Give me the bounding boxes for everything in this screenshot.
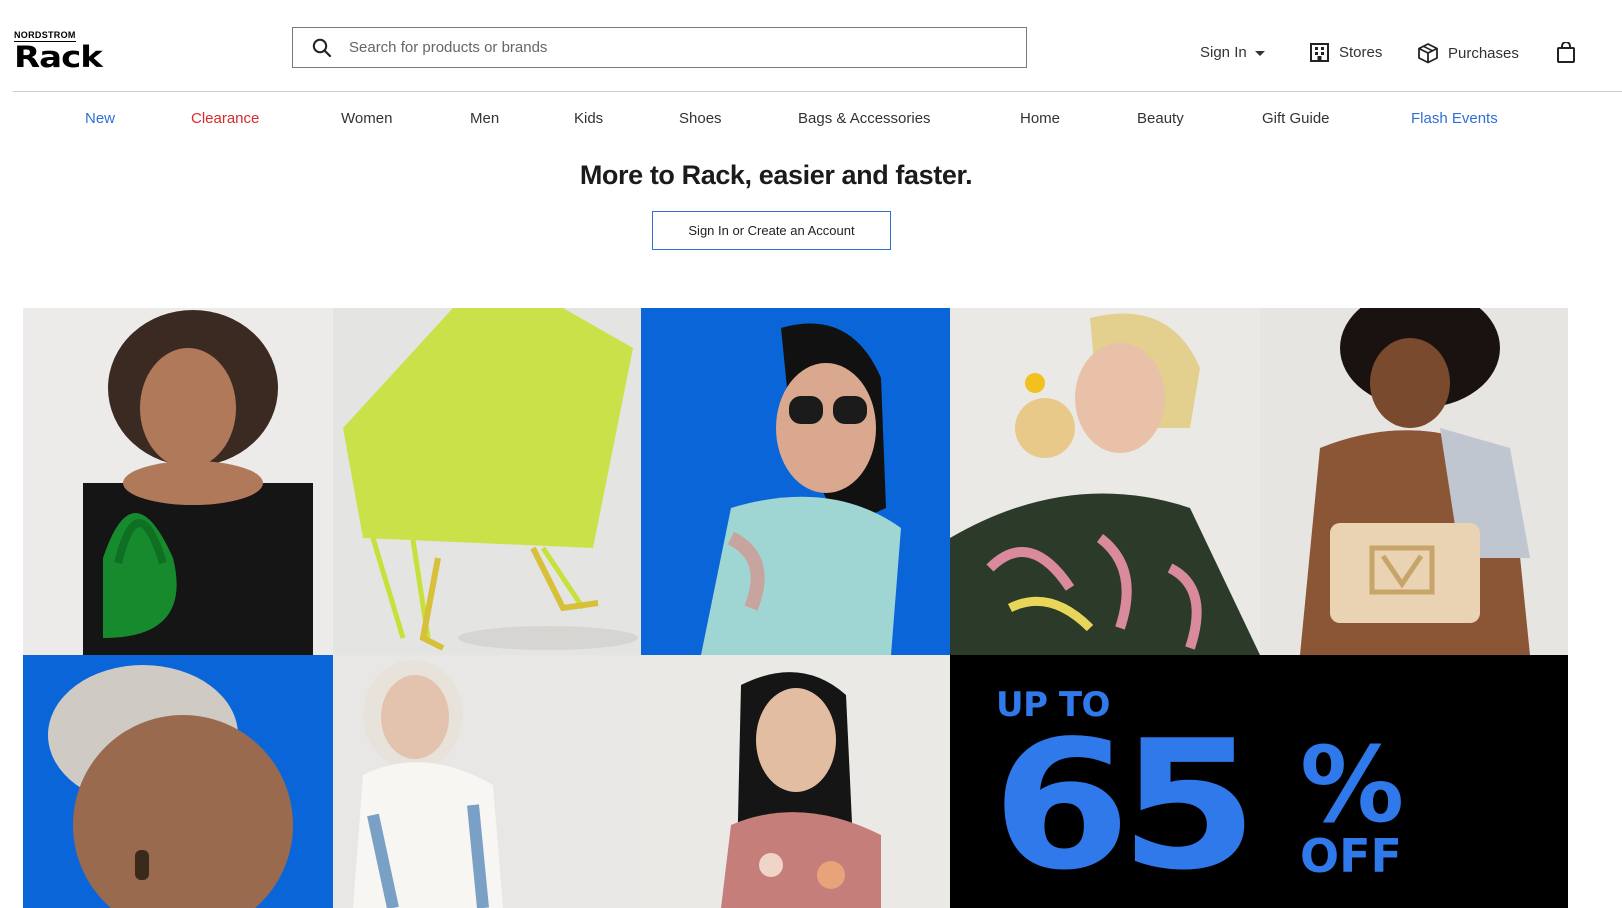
sign-in-label: Sign In (1200, 44, 1247, 61)
store-icon (1310, 43, 1329, 62)
photo-woman-grey-hair[interactable] (23, 655, 333, 908)
purchases-label: Purchases (1448, 44, 1519, 62)
sale-off-text: OFF (1300, 829, 1402, 883)
shopping-bag-link[interactable] (1556, 42, 1587, 64)
header-divider (13, 91, 1622, 92)
main-nav: New Clearance Women Men Kids Shoes Bags … (0, 110, 1622, 130)
caret-down-icon (1254, 51, 1265, 56)
nav-item-women[interactable]: Women (341, 110, 392, 127)
photo-woman-floral-shirt[interactable] (641, 655, 950, 908)
photo-woman-overalls[interactable] (333, 655, 641, 908)
sign-in-menu[interactable]: Sign In (1200, 44, 1265, 61)
photo-woman-sunglasses[interactable] (641, 308, 950, 655)
sale-percent-symbol: % (1300, 724, 1405, 846)
photo-woman-beige-bag[interactable] (1260, 308, 1568, 655)
nav-item-beauty[interactable]: Beauty (1137, 110, 1184, 127)
sign-in-create-account-button[interactable]: Sign In or Create an Account (652, 211, 891, 250)
promo-headline: More to Rack, easier and faster. (579, 160, 973, 190)
search-icon[interactable] (311, 37, 333, 59)
sale-banner[interactable]: UP TO 65 % OFF (950, 655, 1568, 908)
nav-item-new[interactable]: New (85, 110, 115, 127)
logo-main-text: Rack (14, 40, 103, 75)
nav-item-home[interactable]: Home (1020, 110, 1060, 127)
nav-item-flash-events[interactable]: Flash Events (1411, 110, 1498, 127)
nav-item-bags-accessories[interactable]: Bags & Accessories (798, 110, 931, 127)
stores-label: Stores (1339, 44, 1383, 61)
purchases-link[interactable]: Purchases (1417, 42, 1519, 64)
stores-link[interactable]: Stores (1309, 42, 1382, 63)
nordstrom-rack-logo[interactable]: NORDSTROM Rack (14, 25, 132, 72)
nav-item-men[interactable]: Men (470, 110, 499, 127)
search-input[interactable] (347, 38, 991, 57)
photo-woman-green-bag[interactable] (23, 308, 333, 655)
nav-item-shoes[interactable]: Shoes (679, 110, 722, 127)
nav-item-kids[interactable]: Kids (574, 110, 603, 127)
photo-man-perfume[interactable] (950, 308, 1260, 655)
photo-fringe-skirt-sandals[interactable] (333, 308, 641, 655)
shopping-bag-icon (1557, 42, 1575, 63)
search-bar[interactable] (292, 27, 1027, 68)
package-icon (1418, 43, 1438, 64)
nav-item-clearance[interactable]: Clearance (191, 110, 259, 127)
nav-item-gift-guide[interactable]: Gift Guide (1262, 110, 1330, 127)
sale-percent-number: 65 (992, 702, 1258, 908)
